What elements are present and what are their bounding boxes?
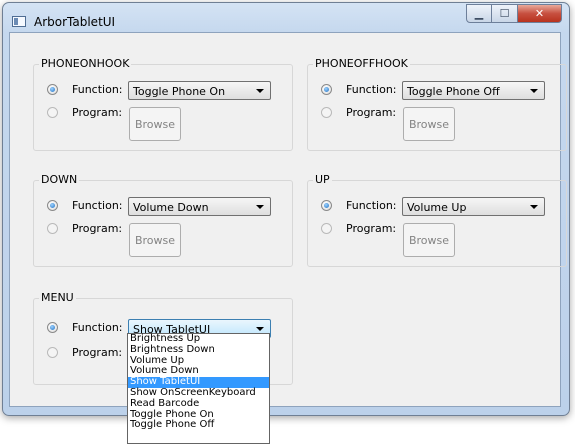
group-title: UP	[313, 173, 332, 186]
function-combobox[interactable]: Volume Down	[128, 197, 271, 216]
dropdown-option[interactable]: Toggle Phone Off	[128, 420, 269, 431]
function-radio[interactable]	[47, 200, 58, 211]
chevron-down-icon	[256, 89, 264, 93]
maximize-icon: ☐	[499, 7, 510, 20]
function-radio[interactable]	[321, 84, 332, 95]
chevron-down-icon	[256, 205, 264, 209]
function-label: Function:	[346, 199, 397, 212]
program-label: Program:	[346, 222, 397, 235]
function-radio[interactable]	[47, 84, 58, 95]
program-radio[interactable]	[47, 107, 58, 118]
function-combobox[interactable]: Toggle Phone On	[128, 81, 271, 100]
group-title: PHONEONHOOK	[39, 57, 132, 70]
browse-button[interactable]: Browse	[403, 107, 455, 141]
function-combobox[interactable]: Toggle Phone Off	[402, 81, 545, 100]
program-label: Program:	[72, 106, 123, 119]
program-label: Program:	[72, 346, 123, 359]
browse-button[interactable]: Browse	[129, 107, 181, 141]
browse-button[interactable]: Browse	[403, 223, 455, 257]
function-label: Function:	[346, 83, 397, 96]
window-controls: ▁ ☐ ✕	[466, 4, 562, 24]
program-radio[interactable]	[321, 107, 332, 118]
function-radio[interactable]	[321, 200, 332, 211]
chevron-down-icon	[256, 327, 264, 331]
dropdown-option[interactable]: Brightness Down	[128, 344, 269, 356]
function-label: Function:	[72, 321, 123, 334]
window-title: ArborTabletUI	[34, 15, 116, 29]
group-title: DOWN	[39, 173, 80, 186]
program-radio[interactable]	[321, 223, 332, 234]
function-radio[interactable]	[47, 322, 58, 333]
dropdown-option[interactable]: Read Barcode	[128, 398, 269, 410]
combobox-value: Toggle Phone Off	[407, 85, 500, 98]
group-up: UP Function: Volume Up Program: Browse	[307, 173, 567, 267]
function-label: Function:	[72, 199, 123, 212]
group-title: PHONEOFFHOOK	[313, 57, 410, 70]
combobox-value: Toggle Phone On	[133, 85, 226, 98]
client-area: PHONEONHOOK Function: Toggle Phone On Pr…	[9, 32, 567, 407]
minimize-button[interactable]: ▁	[466, 4, 492, 23]
app-icon	[12, 16, 26, 27]
combobox-value: Volume Up	[407, 201, 467, 214]
chevron-down-icon	[530, 205, 538, 209]
program-label: Program:	[346, 106, 397, 119]
program-radio[interactable]	[47, 223, 58, 234]
function-label: Function:	[72, 83, 123, 96]
chevron-down-icon	[530, 89, 538, 93]
function-combobox[interactable]: Volume Up	[402, 197, 545, 216]
combobox-value: Volume Down	[133, 201, 209, 214]
program-label: Program:	[72, 222, 123, 235]
minimize-icon: ▁	[474, 7, 484, 20]
group-title: MENU	[39, 291, 76, 304]
program-radio[interactable]	[47, 347, 58, 358]
group-down: DOWN Function: Volume Down Program: Brow…	[33, 173, 293, 267]
group-phoneoffhook: PHONEOFFHOOK Function: Toggle Phone Off …	[307, 57, 567, 151]
close-button[interactable]: ✕	[518, 4, 562, 23]
title-bar[interactable]: ArborTabletUI ▁ ☐ ✕	[3, 3, 569, 33]
group-phoneonhook: PHONEONHOOK Function: Toggle Phone On Pr…	[33, 57, 293, 151]
function-dropdown-list[interactable]: Brightness Up Brightness Down Volume Up …	[127, 333, 270, 444]
close-icon: ✕	[534, 7, 545, 20]
browse-button[interactable]: Browse	[129, 223, 181, 257]
maximize-button[interactable]: ☐	[492, 4, 518, 23]
